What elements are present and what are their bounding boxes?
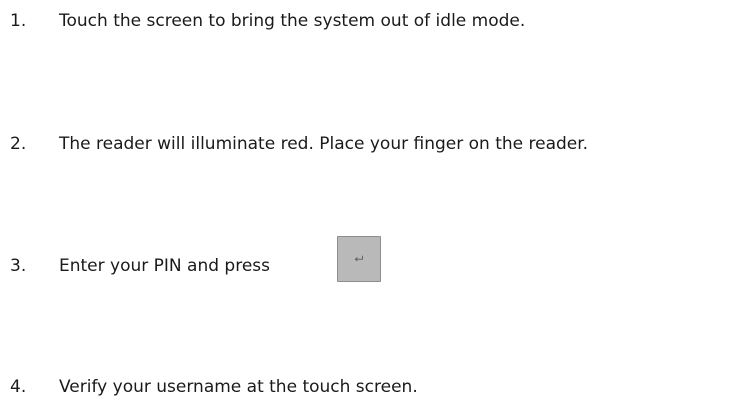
enter-key-button [337, 236, 381, 282]
step-text: The reader will illuminate red. Place yo… [59, 134, 589, 154]
step-text: Verify your username at the touch screen… [59, 377, 418, 397]
step-number: 1. [10, 11, 27, 31]
step-number: 4. [10, 377, 27, 397]
step-text: Touch the screen to bring the system out… [59, 11, 526, 31]
step-text: Enter your PIN and press [59, 256, 271, 276]
step-number: 2. [10, 134, 27, 154]
enter-return-icon [354, 255, 363, 262]
step-number: 3. [10, 256, 27, 276]
